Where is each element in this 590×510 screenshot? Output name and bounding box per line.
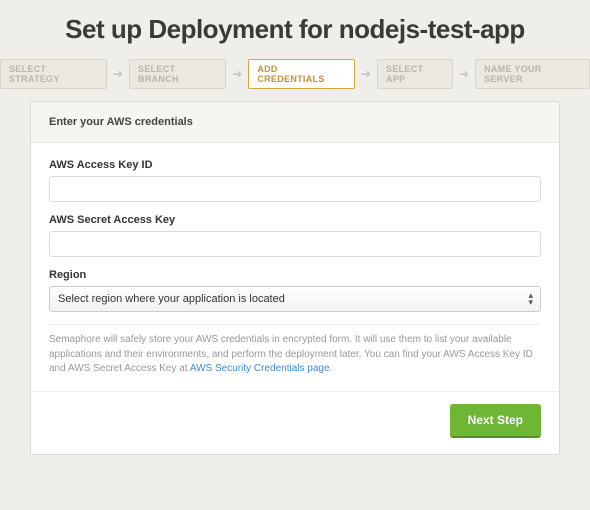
next-step-button[interactable]: Next Step — [450, 404, 541, 438]
help-text-suffix: . — [330, 363, 333, 374]
step-select-strategy[interactable]: SELECT STRATEGY — [0, 59, 107, 89]
step-name-your-server[interactable]: NAME YOUR SERVER — [475, 59, 590, 89]
secret-key-input[interactable] — [49, 231, 541, 257]
credentials-panel: Enter your AWS credentials AWS Access Ke… — [30, 101, 560, 455]
panel-footer: Next Step — [31, 391, 559, 454]
field-region: Region Select region where your applicat… — [49, 269, 541, 312]
panel-body: AWS Access Key ID AWS Secret Access Key … — [31, 143, 559, 391]
divider — [49, 324, 541, 325]
step-select-app[interactable]: SELECT APP — [377, 59, 453, 89]
arrow-right-icon: ➔ — [459, 68, 469, 80]
aws-security-credentials-link[interactable]: AWS Security Credentials page — [190, 363, 330, 374]
arrow-right-icon: ➔ — [361, 68, 371, 80]
region-select[interactable]: Select region where your application is … — [49, 286, 541, 312]
step-select-branch[interactable]: SELECT BRANCH — [129, 59, 226, 89]
wizard-steps: SELECT STRATEGY ➔ SELECT BRANCH ➔ ADD CR… — [0, 55, 590, 101]
secret-key-label: AWS Secret Access Key — [49, 214, 541, 226]
panel-header: Enter your AWS credentials — [31, 102, 559, 143]
page-title: Set up Deployment for nodejs-test-app — [0, 0, 590, 55]
field-access-key: AWS Access Key ID — [49, 159, 541, 202]
step-add-credentials[interactable]: ADD CREDENTIALS — [248, 59, 355, 89]
arrow-right-icon: ➔ — [113, 68, 123, 80]
access-key-input[interactable] — [49, 176, 541, 202]
access-key-label: AWS Access Key ID — [49, 159, 541, 171]
help-text: Semaphore will safely store your AWS cre… — [49, 333, 541, 377]
field-secret-key: AWS Secret Access Key — [49, 214, 541, 257]
arrow-right-icon: ➔ — [232, 68, 242, 80]
region-label: Region — [49, 269, 541, 281]
